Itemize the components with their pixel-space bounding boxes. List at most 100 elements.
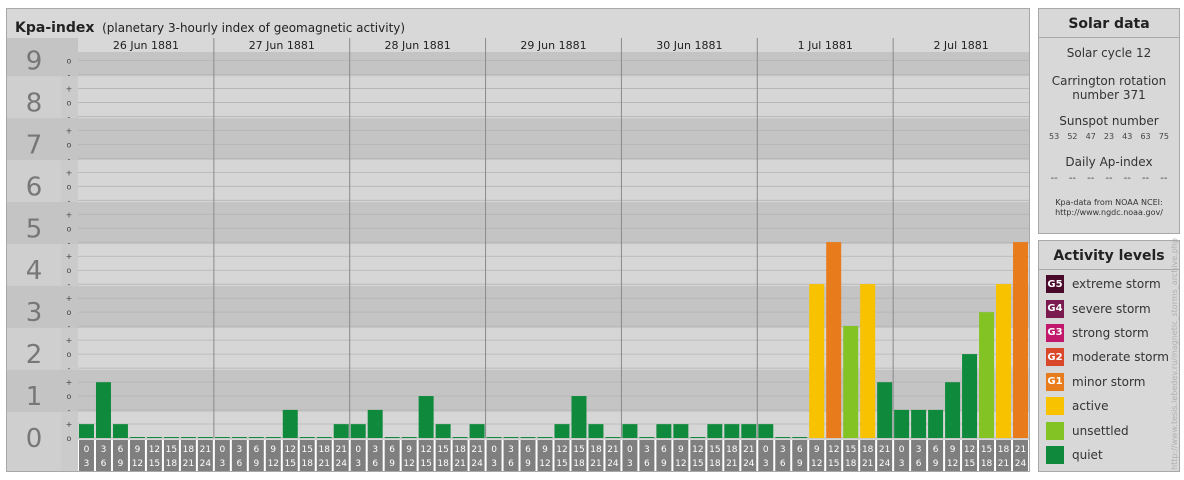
level-swatch: G3: [1046, 323, 1064, 342]
minor-tick-label: o: [67, 350, 72, 359]
hour-end-label: 6: [644, 459, 650, 469]
hour-start-label: 6: [118, 445, 124, 455]
kp-bar: [163, 437, 179, 438]
hour-end-label: 12: [268, 459, 279, 469]
hour-start-label: 6: [389, 445, 395, 455]
kp-bar: [554, 424, 570, 438]
hour-start-label: 0: [627, 445, 633, 455]
hour-start-label: 9: [270, 445, 276, 455]
kp-bar: [79, 424, 94, 438]
hour-start-label: 21: [607, 445, 618, 455]
day-label: 28 Jun 1881: [385, 39, 451, 52]
activity-level-quiet: quiet: [1039, 443, 1179, 467]
hour-start-label: 12: [149, 445, 160, 455]
hour-end-label: 9: [797, 459, 803, 469]
hour-end-label: 24: [200, 459, 212, 469]
kp-bar: [95, 382, 111, 438]
level-swatch: G4: [1046, 299, 1064, 318]
hour-start-label: 0: [84, 445, 90, 455]
chart-title: Kpa-index (planetary 3-hourly index of g…: [15, 20, 405, 40]
band: [7, 285, 1029, 328]
hour-end-label: 24: [607, 459, 619, 469]
minor-tick-label: o: [67, 308, 72, 317]
hour-start-label: 3: [916, 445, 922, 455]
kp-bar: [350, 424, 366, 438]
level-label: severe storm: [1072, 301, 1151, 316]
kp-bar: [928, 409, 944, 438]
kp-bar: [996, 284, 1012, 438]
kp-bar: [537, 437, 553, 438]
hour-end-label: 24: [743, 459, 755, 469]
y-tick-label: 6: [26, 172, 43, 202]
level-swatch: G5: [1046, 275, 1064, 294]
kp-bar: [741, 424, 757, 438]
y-tick-label: 0: [26, 424, 43, 454]
ap-value: --: [1123, 173, 1131, 184]
hour-end-label: 18: [981, 459, 993, 469]
y-tick-label: 7: [26, 130, 43, 160]
kp-bar: [435, 424, 451, 438]
hour-end-label: 12: [132, 459, 143, 469]
kpa-chart: o+-o+-o+-o+-o+-o+-o+-o+-o+-o012345678926…: [7, 38, 1029, 471]
hour-end-label: 15: [420, 459, 431, 469]
hour-end-label: 9: [253, 459, 259, 469]
kp-bar: [265, 437, 281, 438]
hour-start-label: 12: [420, 445, 431, 455]
minor-tick-label: -: [68, 280, 71, 289]
hour-start-label: 6: [933, 445, 939, 455]
hour-end-label: 21: [862, 459, 873, 469]
kp-bar: [724, 424, 740, 438]
level-swatch: [1046, 421, 1064, 440]
activity-level-severe-storm: G4 severe storm: [1039, 296, 1179, 320]
hour-start-label: 18: [726, 445, 738, 455]
hour-end-label: 15: [964, 459, 975, 469]
ap-value: --: [1141, 173, 1150, 184]
hour-start-label: 0: [899, 445, 905, 455]
hour-end-label: 18: [845, 459, 857, 469]
day-label: 30 Jun 1881: [656, 39, 722, 52]
kp-bar: [214, 437, 230, 438]
kp-bar: [282, 409, 298, 438]
day-label: 26 Jun 1881: [113, 39, 179, 52]
hour-start-label: 6: [253, 445, 259, 455]
minor-tick-label: +: [66, 126, 73, 135]
activity-level-strong-storm: G3 strong storm: [1039, 321, 1179, 345]
kp-bar: [911, 409, 927, 438]
hour-start-label: 9: [542, 445, 548, 455]
hour-end-label: 3: [355, 459, 361, 469]
minor-tick-label: +: [66, 378, 73, 387]
hour-end-label: 18: [166, 459, 178, 469]
sunspot-value: 23: [1103, 132, 1115, 141]
y-tick-label: 9: [26, 46, 43, 76]
hour-start-label: 21: [879, 445, 890, 455]
hour-start-label: 21: [1015, 445, 1026, 455]
ap-value: --: [1160, 173, 1168, 184]
hour-end-label: 24: [471, 459, 483, 469]
hour-start-label: 3: [372, 445, 378, 455]
minor-tick-label: +: [66, 420, 73, 429]
source-line-1: Kpa-data from NOAA NCEI:: [1055, 198, 1163, 207]
kp-bar: [231, 437, 247, 438]
hour-end-label: 3: [899, 459, 905, 469]
sunspot-title: Sunspot number: [1059, 114, 1159, 128]
hour-start-label: 3: [780, 445, 786, 455]
hour-end-label: 6: [101, 459, 107, 469]
kpa-chart-panel: o + - o + - o + - o + - o + - o + - o + - o + - o + - o 0 1 2 3 4 5 6 7 8 9 26…: [6, 8, 1030, 472]
level-swatch: [1046, 445, 1064, 464]
hour-start-label: 9: [678, 445, 684, 455]
hour-start-label: 12: [285, 445, 296, 455]
hour-start-label: 0: [491, 445, 497, 455]
hour-end-label: 12: [539, 459, 550, 469]
hour-start-label: 12: [828, 445, 839, 455]
hour-start-label: 0: [219, 445, 225, 455]
kp-bar: [656, 424, 672, 438]
carrington-rotation: Carrington rotation number 371: [1039, 74, 1179, 102]
hour-end-label: 9: [118, 459, 124, 469]
hour-end-label: 9: [525, 459, 531, 469]
hour-end-label: 15: [149, 459, 160, 469]
kp-bar: [877, 382, 893, 438]
kp-bar: [1013, 242, 1028, 438]
hour-end-label: 15: [556, 459, 567, 469]
hour-end-label: 6: [916, 459, 922, 469]
minor-tick-label: -: [68, 154, 71, 163]
